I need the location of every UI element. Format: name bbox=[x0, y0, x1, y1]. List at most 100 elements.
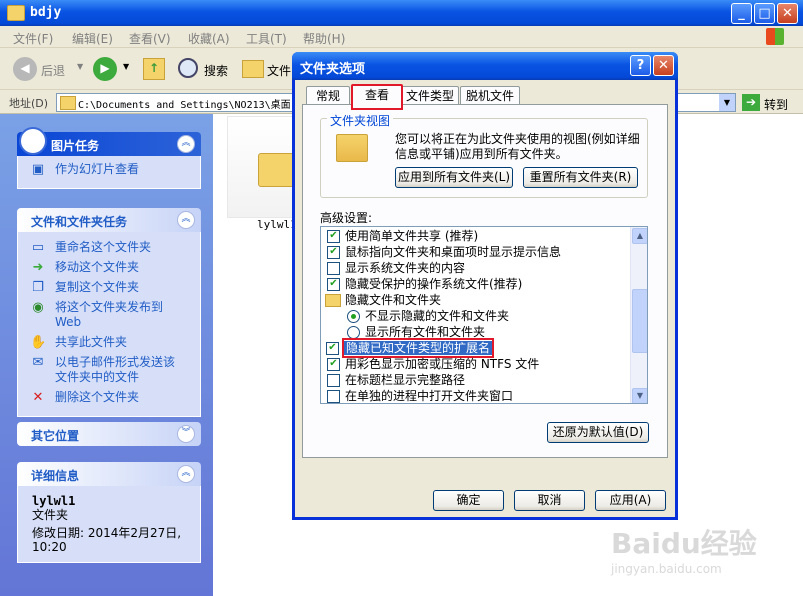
back-arrow-icon[interactable]: ◀ bbox=[13, 57, 37, 81]
checkbox[interactable]: ✔ bbox=[327, 246, 340, 259]
menu-file[interactable]: 文件(F) bbox=[13, 30, 53, 47]
tab-general[interactable]: 常规 bbox=[306, 86, 350, 106]
menu-view[interactable]: 查看(V) bbox=[129, 30, 171, 47]
checkbox[interactable]: ✔ bbox=[327, 358, 340, 371]
setting-row[interactable]: 在单独的进程中打开文件夹窗口 bbox=[327, 388, 513, 403]
scroll-up-button[interactable]: ▲ bbox=[632, 228, 647, 244]
folder-views-label: 文件夹视图 bbox=[327, 112, 394, 129]
menu-edit[interactable]: 编辑(E) bbox=[72, 30, 113, 47]
task-email[interactable]: ✉ 以电子邮件形式发送该 文件夹中的文件 bbox=[18, 355, 200, 385]
setting-row[interactable]: 显示所有文件和文件夹 bbox=[347, 324, 486, 340]
close-button[interactable]: ✕ bbox=[777, 3, 798, 24]
folder-icon bbox=[325, 294, 341, 307]
dropdown-arrow-icon[interactable]: ▼ bbox=[123, 62, 129, 71]
forward-arrow-icon[interactable]: ▶ bbox=[93, 57, 117, 81]
collapse-chevron-icon[interactable]: ︽ bbox=[177, 135, 195, 153]
reset-all-folders-button[interactable]: 重置所有文件夹(R) bbox=[523, 167, 638, 188]
details-panel: 详细信息 ︽ lylwl1 文件夹 修改日期: 2014年2月27日, 10:2… bbox=[17, 462, 201, 563]
search-button-label[interactable]: 搜索 bbox=[204, 62, 228, 79]
dropdown-arrow-icon[interactable]: ▼ bbox=[77, 62, 83, 71]
menu-tools[interactable]: 工具(T) bbox=[246, 30, 287, 47]
task-label: 以电子邮件形式发送该 bbox=[55, 355, 176, 369]
restore-defaults-button[interactable]: 还原为默认值(D) bbox=[547, 422, 649, 443]
task-delete[interactable]: ✕ 删除这个文件夹 bbox=[18, 390, 200, 405]
tab-offline-files[interactable]: 脱机文件 bbox=[460, 86, 520, 106]
collapse-chevron-icon[interactable]: ︽ bbox=[177, 211, 195, 229]
setting-row[interactable]: ✔ 隐藏已知文件类型的扩展名 bbox=[326, 338, 495, 358]
checkbox[interactable] bbox=[327, 390, 340, 403]
folder-item-label[interactable]: lylwl1 bbox=[257, 218, 297, 231]
checkbox[interactable]: ✔ bbox=[327, 278, 340, 291]
help-button[interactable]: ? bbox=[630, 55, 651, 76]
scrollbar[interactable]: ▲ ▼ bbox=[630, 227, 647, 403]
advanced-settings-label: 高级设置: bbox=[320, 211, 373, 225]
scroll-thumb[interactable] bbox=[632, 289, 647, 353]
menu-bar: 文件(F) 编辑(E) 查看(V) 收藏(A) 工具(T) 帮助(H) bbox=[0, 26, 803, 48]
panel-header[interactable]: 图片任务 ︽ bbox=[17, 127, 201, 156]
apply-to-all-folders-button[interactable]: 应用到所有文件夹(L) bbox=[395, 167, 513, 188]
go-button-label[interactable]: 转到 bbox=[764, 96, 788, 113]
setting-row[interactable]: ✔ 用彩色显示加密或压缩的 NTFS 文件 bbox=[327, 356, 539, 372]
scroll-down-button[interactable]: ▼ bbox=[632, 388, 647, 403]
checkbox[interactable]: ✔ bbox=[327, 230, 340, 243]
tab-view[interactable]: 查看 bbox=[351, 84, 403, 110]
setting-row[interactable]: ✔ 使用简单文件共享 (推荐) bbox=[327, 228, 478, 244]
radio-button[interactable] bbox=[347, 326, 360, 339]
panel-header[interactable]: 其它位置 ︾ bbox=[17, 422, 201, 446]
minimize-button[interactable]: _ bbox=[731, 3, 752, 24]
setting-row[interactable]: 在标题栏显示完整路径 bbox=[327, 372, 465, 388]
explorer-title-bar: bdjy _ □ ✕ bbox=[0, 0, 803, 26]
folders-icon[interactable] bbox=[242, 60, 264, 78]
ok-button[interactable]: 确定 bbox=[433, 490, 504, 511]
address-value: C:\Documents and Settings\NO213\桌面 bbox=[78, 100, 291, 111]
task-publish[interactable]: ◉ 将这个文件夹发布到 Web bbox=[18, 300, 200, 330]
setting-row[interactable]: ✔ 隐藏受保护的操作系统文件(推荐) bbox=[327, 276, 523, 292]
task-move[interactable]: ➜ 移动这个文件夹 bbox=[18, 260, 200, 275]
search-icon[interactable] bbox=[178, 58, 198, 78]
task-share[interactable]: ✋ 共享此文件夹 bbox=[18, 335, 200, 350]
menu-favorites[interactable]: 收藏(A) bbox=[188, 30, 230, 47]
expand-chevron-icon[interactable]: ︾ bbox=[177, 425, 195, 443]
panel-title: 文件和文件夹任务 bbox=[31, 215, 128, 229]
menu-help[interactable]: 帮助(H) bbox=[303, 30, 345, 47]
task-copy[interactable]: ❐ 复制这个文件夹 bbox=[18, 280, 200, 295]
window-title: bdjy bbox=[30, 5, 62, 20]
picture-tasks-panel: 图片任务 ︽ ▣ 作为幻灯片查看 bbox=[17, 127, 201, 189]
detail-name: lylwl1 bbox=[32, 494, 76, 508]
setting-label: 隐藏受保护的操作系统文件(推荐) bbox=[345, 277, 523, 291]
folder-views-icon bbox=[336, 134, 368, 162]
panel-header[interactable]: 文件和文件夹任务 ︽ bbox=[17, 208, 201, 232]
maximize-button[interactable]: □ bbox=[754, 3, 775, 24]
checkbox[interactable] bbox=[327, 262, 340, 275]
dialog-close-button[interactable]: ✕ bbox=[653, 55, 674, 76]
email-icon: ✉ bbox=[32, 355, 44, 370]
folder-icon bbox=[258, 153, 294, 187]
go-arrow-icon[interactable]: ➔ bbox=[742, 94, 760, 111]
setting-row[interactable]: 隐藏文件和文件夹 bbox=[325, 292, 441, 308]
checkbox[interactable]: ✔ bbox=[326, 342, 339, 355]
task-slideshow[interactable]: ▣ 作为幻灯片查看 bbox=[18, 162, 200, 177]
folders-button-label[interactable]: 文件 bbox=[267, 62, 291, 79]
apply-button[interactable]: 应用(A) bbox=[595, 490, 666, 511]
cancel-button[interactable]: 取消 bbox=[514, 490, 585, 511]
up-folder-icon[interactable]: ↑ bbox=[143, 58, 165, 80]
folder-views-desc: 信息或平铺)应用到所有文件夹。 bbox=[395, 147, 568, 161]
address-dropdown-button[interactable]: ▼ bbox=[719, 94, 735, 111]
panel-header[interactable]: 详细信息 ︽ bbox=[17, 462, 201, 486]
task-label: 删除这个文件夹 bbox=[55, 390, 140, 404]
checkbox[interactable] bbox=[327, 374, 340, 387]
back-button-label[interactable]: 后退 bbox=[41, 62, 65, 79]
setting-label: 不显示隐藏的文件和文件夹 bbox=[365, 309, 510, 323]
setting-row[interactable]: 显示系统文件夹的内容 bbox=[327, 260, 466, 276]
setting-row[interactable]: ✔ 鼠标指向文件夹和桌面项时显示提示信息 bbox=[327, 244, 561, 260]
tab-file-types[interactable]: 文件类型 bbox=[401, 86, 459, 106]
setting-row[interactable]: 不显示隐藏的文件和文件夹 bbox=[347, 308, 510, 324]
panel-title: 其它位置 bbox=[31, 429, 80, 443]
collapse-chevron-icon[interactable]: ︽ bbox=[177, 465, 195, 483]
setting-label: 显示所有文件和文件夹 bbox=[365, 325, 486, 339]
task-rename[interactable]: ▭ 重命名这个文件夹 bbox=[18, 240, 200, 255]
advanced-settings-list[interactable]: ✔ 使用简单文件共享 (推荐) ✔ 鼠标指向文件夹和桌面项时显示提示信息 显示系统文件夹… bbox=[320, 226, 648, 404]
setting-label: 显示系统文件夹的内容 bbox=[345, 261, 466, 275]
folder-icon bbox=[60, 96, 76, 110]
radio-button[interactable] bbox=[347, 310, 360, 323]
